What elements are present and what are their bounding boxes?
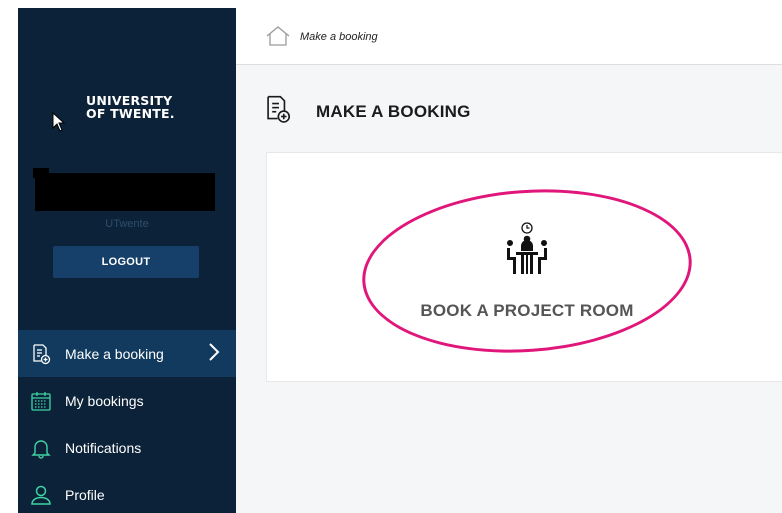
redacted-user-name — [35, 173, 215, 211]
user-icon — [30, 484, 52, 506]
logout-button[interactable]: LOGOUT — [53, 246, 199, 278]
logo-line-2: OF TWENTE. — [86, 106, 175, 121]
sidebar-item-label: My bookings — [65, 392, 144, 409]
booking-add-icon — [30, 343, 52, 365]
chevron-right-icon — [208, 342, 220, 368]
bell-icon — [30, 437, 52, 459]
home-icon[interactable] — [266, 26, 290, 46]
sidebar-item-my-bookings[interactable]: My bookings — [18, 377, 236, 424]
sidebar: UNIVERSITY OF TWENTE. UTwente LOGOUT Mak… — [18, 8, 236, 513]
booking-add-icon — [264, 94, 294, 129]
organization-name: UTwente — [105, 218, 149, 230]
sidebar-item-notifications[interactable]: Notifications — [18, 424, 236, 471]
top-bar: Make a booking — [236, 8, 782, 65]
sidebar-item-make-a-booking[interactable]: Make a booking — [18, 330, 236, 377]
left-gutter — [0, 0, 18, 513]
calendar-icon — [30, 390, 52, 412]
page-title: MAKE A BOOKING — [316, 101, 471, 121]
sidebar-item-profile[interactable]: Profile — [18, 471, 236, 513]
university-logo: UNIVERSITY OF TWENTE. — [86, 94, 186, 120]
mouse-cursor-icon — [52, 111, 66, 137]
page-heading: MAKE A BOOKING — [264, 94, 471, 129]
sidebar-item-label: Profile — [65, 486, 105, 503]
sidebar-item-label: Notifications — [65, 439, 142, 456]
breadcrumb[interactable]: Make a booking — [300, 31, 378, 43]
sidebar-item-label: Make a booking — [65, 345, 164, 362]
sidebar-nav: Make a booking My bookings Notifications… — [18, 330, 236, 513]
